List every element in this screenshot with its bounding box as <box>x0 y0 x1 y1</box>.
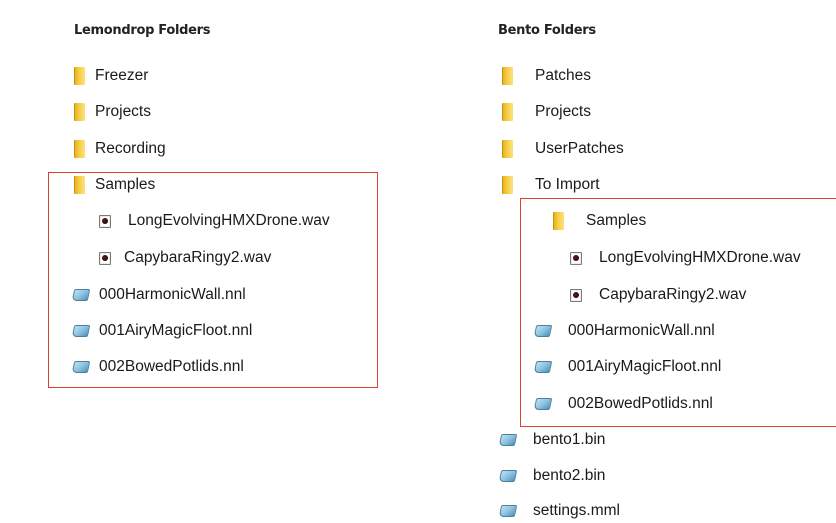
list-item-wav-file[interactable]: CapybaraRingy2.wav <box>570 284 746 306</box>
list-item-label: Patches <box>535 67 592 84</box>
list-item-label: bento2.bin <box>533 467 606 484</box>
bento-panel: Bento Folders Patches Projects UserPatch… <box>0 0 836 523</box>
list-item-bin-file[interactable]: bento2.bin <box>498 465 606 487</box>
folder-icon <box>553 212 564 230</box>
list-item-label: 000HarmonicWall.nnl <box>568 322 715 339</box>
list-item-folder-patches[interactable]: Patches <box>502 65 591 87</box>
list-item-bin-file[interactable]: bento1.bin <box>498 429 606 451</box>
list-item-label: Samples <box>586 212 647 229</box>
list-item-label: 001AiryMagicFloot.nnl <box>568 358 722 375</box>
bento-heading: Bento Folders <box>498 23 596 38</box>
nnl-file-icon <box>533 398 553 410</box>
mml-file-icon <box>498 505 518 517</box>
wav-file-icon <box>570 251 582 265</box>
list-item-nnl-file[interactable]: 000HarmonicWall.nnl <box>533 320 715 342</box>
list-item-folder-userpatches[interactable]: UserPatches <box>502 138 624 160</box>
list-item-mml-file[interactable]: settings.mml <box>498 500 620 522</box>
folder-icon <box>502 67 513 85</box>
nnl-file-icon <box>533 325 553 337</box>
list-item-folder-samples[interactable]: Samples <box>553 210 646 232</box>
list-item-label: LongEvolvingHMXDrone.wav <box>599 249 801 266</box>
nnl-file-icon <box>533 361 553 373</box>
list-item-folder-projects[interactable]: Projects <box>502 101 591 123</box>
bin-file-icon <box>498 434 518 446</box>
folder-icon <box>502 140 513 158</box>
list-item-nnl-file[interactable]: 001AiryMagicFloot.nnl <box>533 356 722 378</box>
list-item-folder-to-import[interactable]: To Import <box>502 174 600 196</box>
list-item-label: CapybaraRingy2.wav <box>599 286 747 303</box>
list-item-label: 002BowedPotlids.nnl <box>568 395 713 412</box>
bin-file-icon <box>498 470 518 482</box>
list-item-label: Projects <box>535 103 591 120</box>
folder-icon <box>502 176 513 194</box>
list-item-nnl-file[interactable]: 002BowedPotlids.nnl <box>533 393 713 415</box>
wav-file-icon <box>570 288 582 302</box>
folder-icon <box>502 103 513 121</box>
list-item-label: bento1.bin <box>533 431 606 448</box>
list-item-label: settings.mml <box>533 502 620 519</box>
list-item-wav-file[interactable]: LongEvolvingHMXDrone.wav <box>570 247 801 269</box>
list-item-label: UserPatches <box>535 140 624 157</box>
list-item-label: To Import <box>535 176 600 193</box>
